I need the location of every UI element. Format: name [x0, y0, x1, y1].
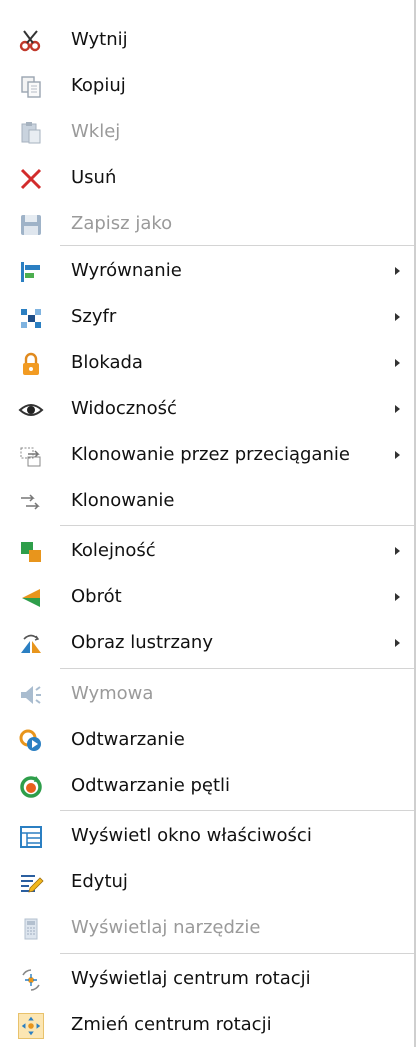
- menu-item-pronunciation[interactable]: Wymowa: [0, 671, 414, 717]
- menu-item-label: Usuń: [71, 167, 117, 188]
- menu-item-paste[interactable]: Wklej: [0, 109, 414, 155]
- menu-item-change-rotation-center[interactable]: Zmień centrum rotacji: [0, 1002, 414, 1048]
- menu-item-edit[interactable]: Edytuj: [0, 859, 414, 905]
- properties-icon: [18, 824, 44, 850]
- menu-item-label: Wyświetlaj centrum rotacji: [71, 968, 311, 989]
- menu-item-visibility[interactable]: Widoczność: [0, 386, 414, 432]
- menu-item-play[interactable]: Odtwarzanie: [0, 717, 414, 763]
- menu-item-label: Szyfr: [71, 306, 117, 327]
- menu-item-label: Edytuj: [71, 871, 128, 892]
- submenu-arrow-icon: [395, 451, 400, 459]
- menu-item-properties[interactable]: Wyświetl okno właściwości: [0, 813, 414, 859]
- mirror-icon: [18, 631, 44, 657]
- menu-item-label: Wytnij: [71, 29, 128, 50]
- edit-icon: [18, 870, 44, 896]
- menu-item-label: Widoczność: [71, 398, 177, 419]
- rotate-icon: [18, 585, 44, 611]
- menu-item-mirror[interactable]: Obraz lustrzany: [0, 620, 414, 666]
- menu-item-label: Wyświetlaj narzędzie: [71, 917, 261, 938]
- menu-item-cipher[interactable]: Szyfr: [0, 294, 414, 340]
- menu-separator: [60, 525, 414, 526]
- cipher-icon: [18, 305, 44, 331]
- menu-item-show-tool[interactable]: Wyświetlaj narzędzie: [0, 905, 414, 951]
- menu-item-copy[interactable]: Kopiuj: [0, 63, 414, 109]
- drag-clone-icon: [18, 443, 44, 469]
- menu-item-label: Klonowanie przez przeciąganie: [71, 444, 350, 465]
- clone-icon: [18, 489, 44, 515]
- menu-item-order[interactable]: Kolejność: [0, 528, 414, 574]
- floppy-icon: [18, 212, 44, 238]
- submenu-arrow-icon: [395, 639, 400, 647]
- menu-item-align[interactable]: Wyrównanie: [0, 248, 414, 294]
- speaker-icon: [18, 682, 44, 708]
- menu-item-label: Blokada: [71, 352, 143, 373]
- menu-item-show-rotation-center[interactable]: Wyświetlaj centrum rotacji: [0, 956, 414, 1002]
- tool-icon: [18, 916, 44, 942]
- order-icon: [18, 539, 44, 565]
- menu-item-lock[interactable]: Blokada: [0, 340, 414, 386]
- copy-icon: [18, 74, 44, 100]
- loop-icon: [18, 774, 44, 800]
- menu-item-clone[interactable]: Klonowanie: [0, 478, 414, 524]
- menu-item-loop[interactable]: Odtwarzanie pętli: [0, 763, 414, 809]
- menu-item-label: Kolejność: [71, 540, 156, 561]
- menu-separator: [60, 953, 414, 954]
- menu-item-label: Obrót: [71, 586, 122, 607]
- menu-item-label: Obraz lustrzany: [71, 632, 213, 653]
- submenu-arrow-icon: [395, 267, 400, 275]
- menu-item-label: Kopiuj: [71, 75, 126, 96]
- menu-item-delete[interactable]: Usuń: [0, 155, 414, 201]
- paste-icon: [18, 120, 44, 146]
- delete-x-icon: [18, 166, 44, 192]
- change-rotation-center-icon: [18, 1013, 44, 1039]
- menu-item-label: Zmień centrum rotacji: [71, 1014, 272, 1035]
- menu-item-label: Zapisz jako: [71, 213, 173, 234]
- eye-icon: [18, 397, 44, 423]
- menu-item-save-as[interactable]: Zapisz jako: [0, 201, 414, 247]
- submenu-arrow-icon: [395, 547, 400, 555]
- play-icon: [18, 728, 44, 754]
- menu-separator: [60, 668, 414, 669]
- menu-item-cut[interactable]: Wytnij: [0, 17, 414, 63]
- scissors-icon: [18, 28, 44, 54]
- menu-separator: [60, 245, 414, 246]
- menu-item-label: Wklej: [71, 121, 121, 142]
- menu-item-label: Wymowa: [71, 683, 154, 704]
- menu-item-label: Odtwarzanie: [71, 729, 185, 750]
- align-icon: [18, 259, 44, 285]
- menu-item-label: Wyświetl okno właściwości: [71, 825, 312, 846]
- submenu-arrow-icon: [395, 405, 400, 413]
- menu-item-drag-clone[interactable]: Klonowanie przez przeciąganie: [0, 432, 414, 478]
- menu-item-label: Klonowanie: [71, 490, 175, 511]
- rotation-center-icon: [18, 967, 44, 993]
- submenu-arrow-icon: [395, 313, 400, 321]
- menu-item-label: Odtwarzanie pętli: [71, 775, 231, 796]
- menu-item-label: Wyrównanie: [71, 260, 182, 281]
- submenu-arrow-icon: [395, 593, 400, 601]
- context-menu: Wytnij Kopiuj Wklej Usuń Zapisz jako Wyr…: [0, 0, 416, 1048]
- lock-icon: [18, 351, 44, 377]
- menu-item-rotate[interactable]: Obrót: [0, 574, 414, 620]
- submenu-arrow-icon: [395, 359, 400, 367]
- menu-separator: [60, 810, 414, 811]
